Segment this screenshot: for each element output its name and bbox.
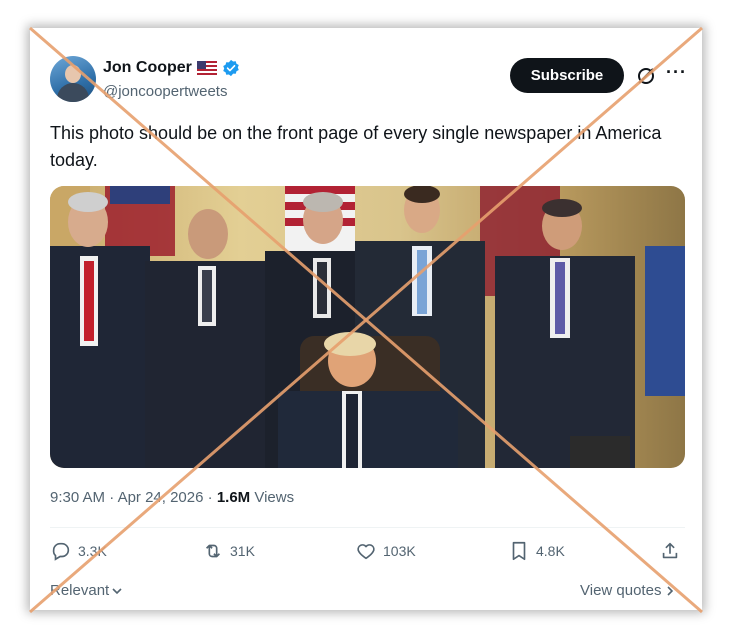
grok-icon[interactable] [636,66,656,86]
like-count: 103K [383,543,416,559]
views-label: Views [254,489,295,506]
share-icon [662,542,678,559]
bookmark-button[interactable]: 4.8K [508,540,565,562]
divider [50,527,685,528]
chevron-right-icon [667,585,674,596]
tweet-actions: 3.3K 31K 103K 4.8K [50,540,685,570]
meta-separator: · [109,489,115,506]
repost-count: 31K [230,543,255,559]
bookmark-count: 4.8K [536,543,565,559]
repost-icon [205,544,221,558]
us-flag-icon [196,61,217,75]
more-options-button[interactable]: ··· [666,62,687,83]
bookmark-icon [512,541,526,561]
reply-icon [52,542,70,561]
view-quotes-label: View quotes [580,582,662,599]
subscribe-button[interactable]: Subscribe [510,58,624,93]
reply-count: 3.3K [78,543,107,559]
reply-button[interactable]: 3.3K [50,540,107,562]
chevron-down-icon [112,587,122,594]
tweet-text: This photo should be on the front page o… [50,123,662,170]
repost-button[interactable]: 31K [202,540,255,562]
share-button[interactable] [659,540,681,562]
verified-badge-icon [223,59,239,77]
author-name-row[interactable]: Jon Cooper [103,59,240,77]
author-avatar[interactable] [50,56,96,102]
author-handle[interactable]: @joncoopertweets [103,83,227,100]
meta-separator: · [207,489,213,506]
view-quotes-link[interactable]: View quotes [580,582,675,599]
like-icon [357,544,375,560]
tweet-card: Jon Cooper @joncoopertweets Subscribe ··… [30,28,702,610]
relevant-label: Relevant [50,582,110,599]
tweet-time[interactable]: 9:30 AM [50,489,105,506]
tweet-date[interactable]: Apr 24, 2026 [118,489,204,506]
like-button[interactable]: 103K [355,540,416,562]
tweet-meta: 9:30 AM · Apr 24, 2026 · 1.6M Views [50,489,294,506]
sort-replies-dropdown[interactable]: Relevant [50,582,123,599]
author-name[interactable]: Jon Cooper [103,59,192,77]
tweet-photo[interactable] [50,186,685,468]
views-count: 1.6M [216,489,251,506]
